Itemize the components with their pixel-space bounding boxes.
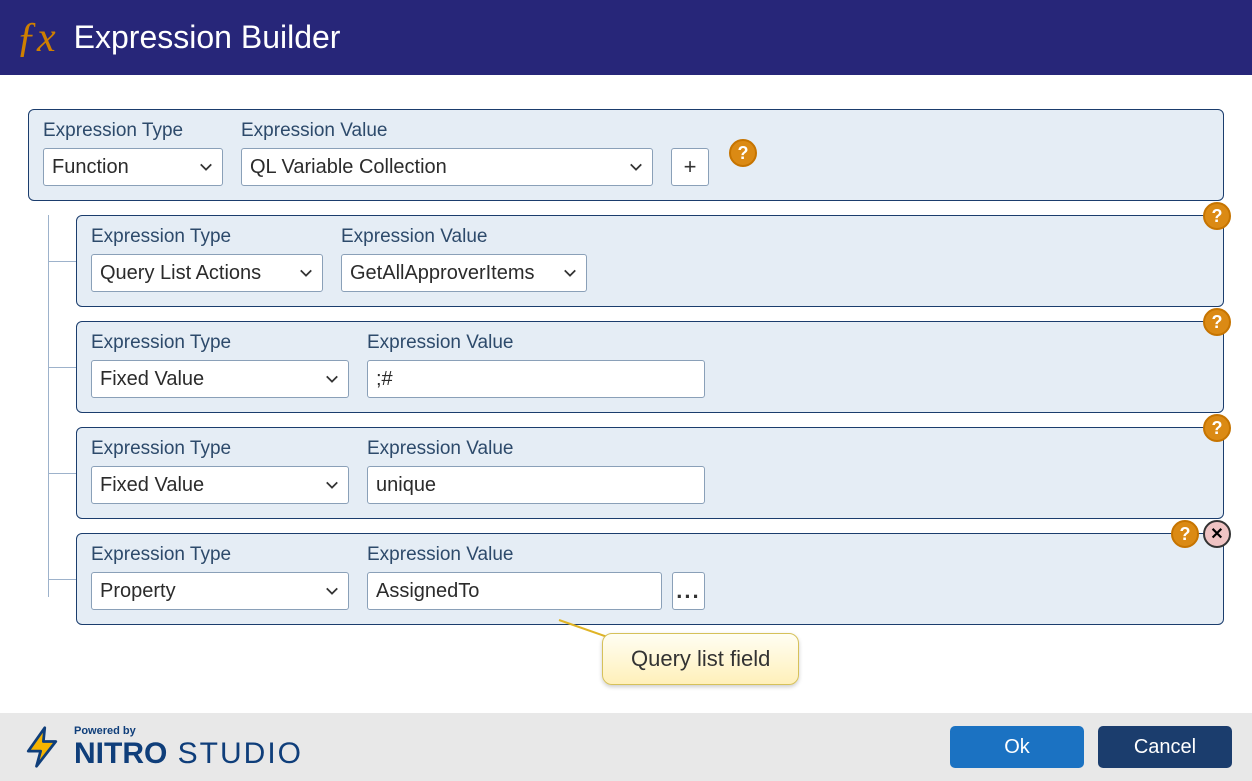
powered-by-logo: Powered by NITRO STUDIO [20, 725, 303, 769]
dialog-body: Expression Type Function Expression Valu… [0, 75, 1252, 713]
dialog-footer: Powered by NITRO STUDIO Ok Cancel [0, 713, 1252, 781]
expression-builder-dialog: ƒx Expression Builder Expression Type Fu… [0, 0, 1252, 781]
expression-argument-row: ?Expression TypeFixed ValueExpression Va… [28, 427, 1224, 519]
arg-type-select[interactable]: Fixed Value [91, 360, 349, 398]
arg-value-label: Expression Value [367, 332, 705, 354]
help-icon[interactable]: ? [1203, 202, 1231, 230]
help-icon[interactable]: ? [1171, 520, 1199, 548]
add-argument-button[interactable]: + [671, 148, 709, 186]
cancel-button[interactable]: Cancel [1098, 726, 1232, 768]
help-icon[interactable]: ? [729, 139, 757, 167]
remove-argument-icon[interactable]: ✕ [1203, 520, 1231, 548]
tree-connector [28, 427, 76, 519]
expression-argument-row: ?Expression TypeFixed ValueExpression Va… [28, 321, 1224, 413]
fx-icon: ƒx [16, 14, 56, 62]
dialog-title: Expression Builder [74, 19, 341, 56]
arg-type-label: Expression Type [91, 332, 349, 354]
arg-type-label: Expression Type [91, 226, 323, 248]
arg-value-label: Expression Value [367, 544, 705, 566]
arg-type-select[interactable]: Query List Actions [91, 254, 323, 292]
argument-panel: ?Expression TypeFixed ValueExpression Va… [76, 321, 1224, 413]
arg-type-label: Expression Type [91, 438, 349, 460]
ok-button[interactable]: Ok [950, 726, 1084, 768]
tree-connector [28, 215, 76, 307]
browse-property-button[interactable]: ... [672, 572, 705, 610]
callout-tooltip: Query list field [602, 633, 799, 685]
tree-connector [28, 321, 76, 413]
help-icon[interactable]: ? [1203, 414, 1231, 442]
root-type-label: Expression Type [43, 120, 223, 142]
argument-panel: ?✕Expression TypePropertyExpression Valu… [76, 533, 1224, 625]
arg-value-label: Expression Value [367, 438, 705, 460]
expression-argument-row: ?Expression TypeQuery List ActionsExpres… [28, 215, 1224, 307]
root-type-select[interactable]: Function [43, 148, 223, 186]
arg-type-label: Expression Type [91, 544, 349, 566]
tree-connector [28, 533, 76, 625]
arg-value-input[interactable] [367, 360, 705, 398]
help-icon[interactable]: ? [1203, 308, 1231, 336]
argument-panel: ?Expression TypeFixed ValueExpression Va… [76, 427, 1224, 519]
brand-text: Powered by NITRO STUDIO [74, 726, 303, 769]
arg-type-select[interactable]: Property [91, 572, 349, 610]
root-value-label: Expression Value [241, 120, 653, 142]
arg-type-select[interactable]: Fixed Value [91, 466, 349, 504]
argument-panel: ?Expression TypeQuery List ActionsExpres… [76, 215, 1224, 307]
nitro-bolt-icon [20, 725, 64, 769]
arg-value-input[interactable] [367, 466, 705, 504]
root-expression-panel: Expression Type Function Expression Valu… [28, 109, 1224, 201]
expression-argument-row: ?✕Expression TypePropertyExpression Valu… [28, 533, 1224, 625]
root-value-select[interactable]: QL Variable Collection [241, 148, 653, 186]
callout-text: Query list field [631, 646, 770, 671]
dialog-header: ƒx Expression Builder [0, 0, 1252, 75]
arg-value-label: Expression Value [341, 226, 587, 248]
expression-tree: ? Expression Type Query List Actions Expres… [28, 215, 1224, 625]
arg-value-select[interactable]: GetAllApproverItems [341, 254, 587, 292]
arg-value-input[interactable] [367, 572, 662, 610]
